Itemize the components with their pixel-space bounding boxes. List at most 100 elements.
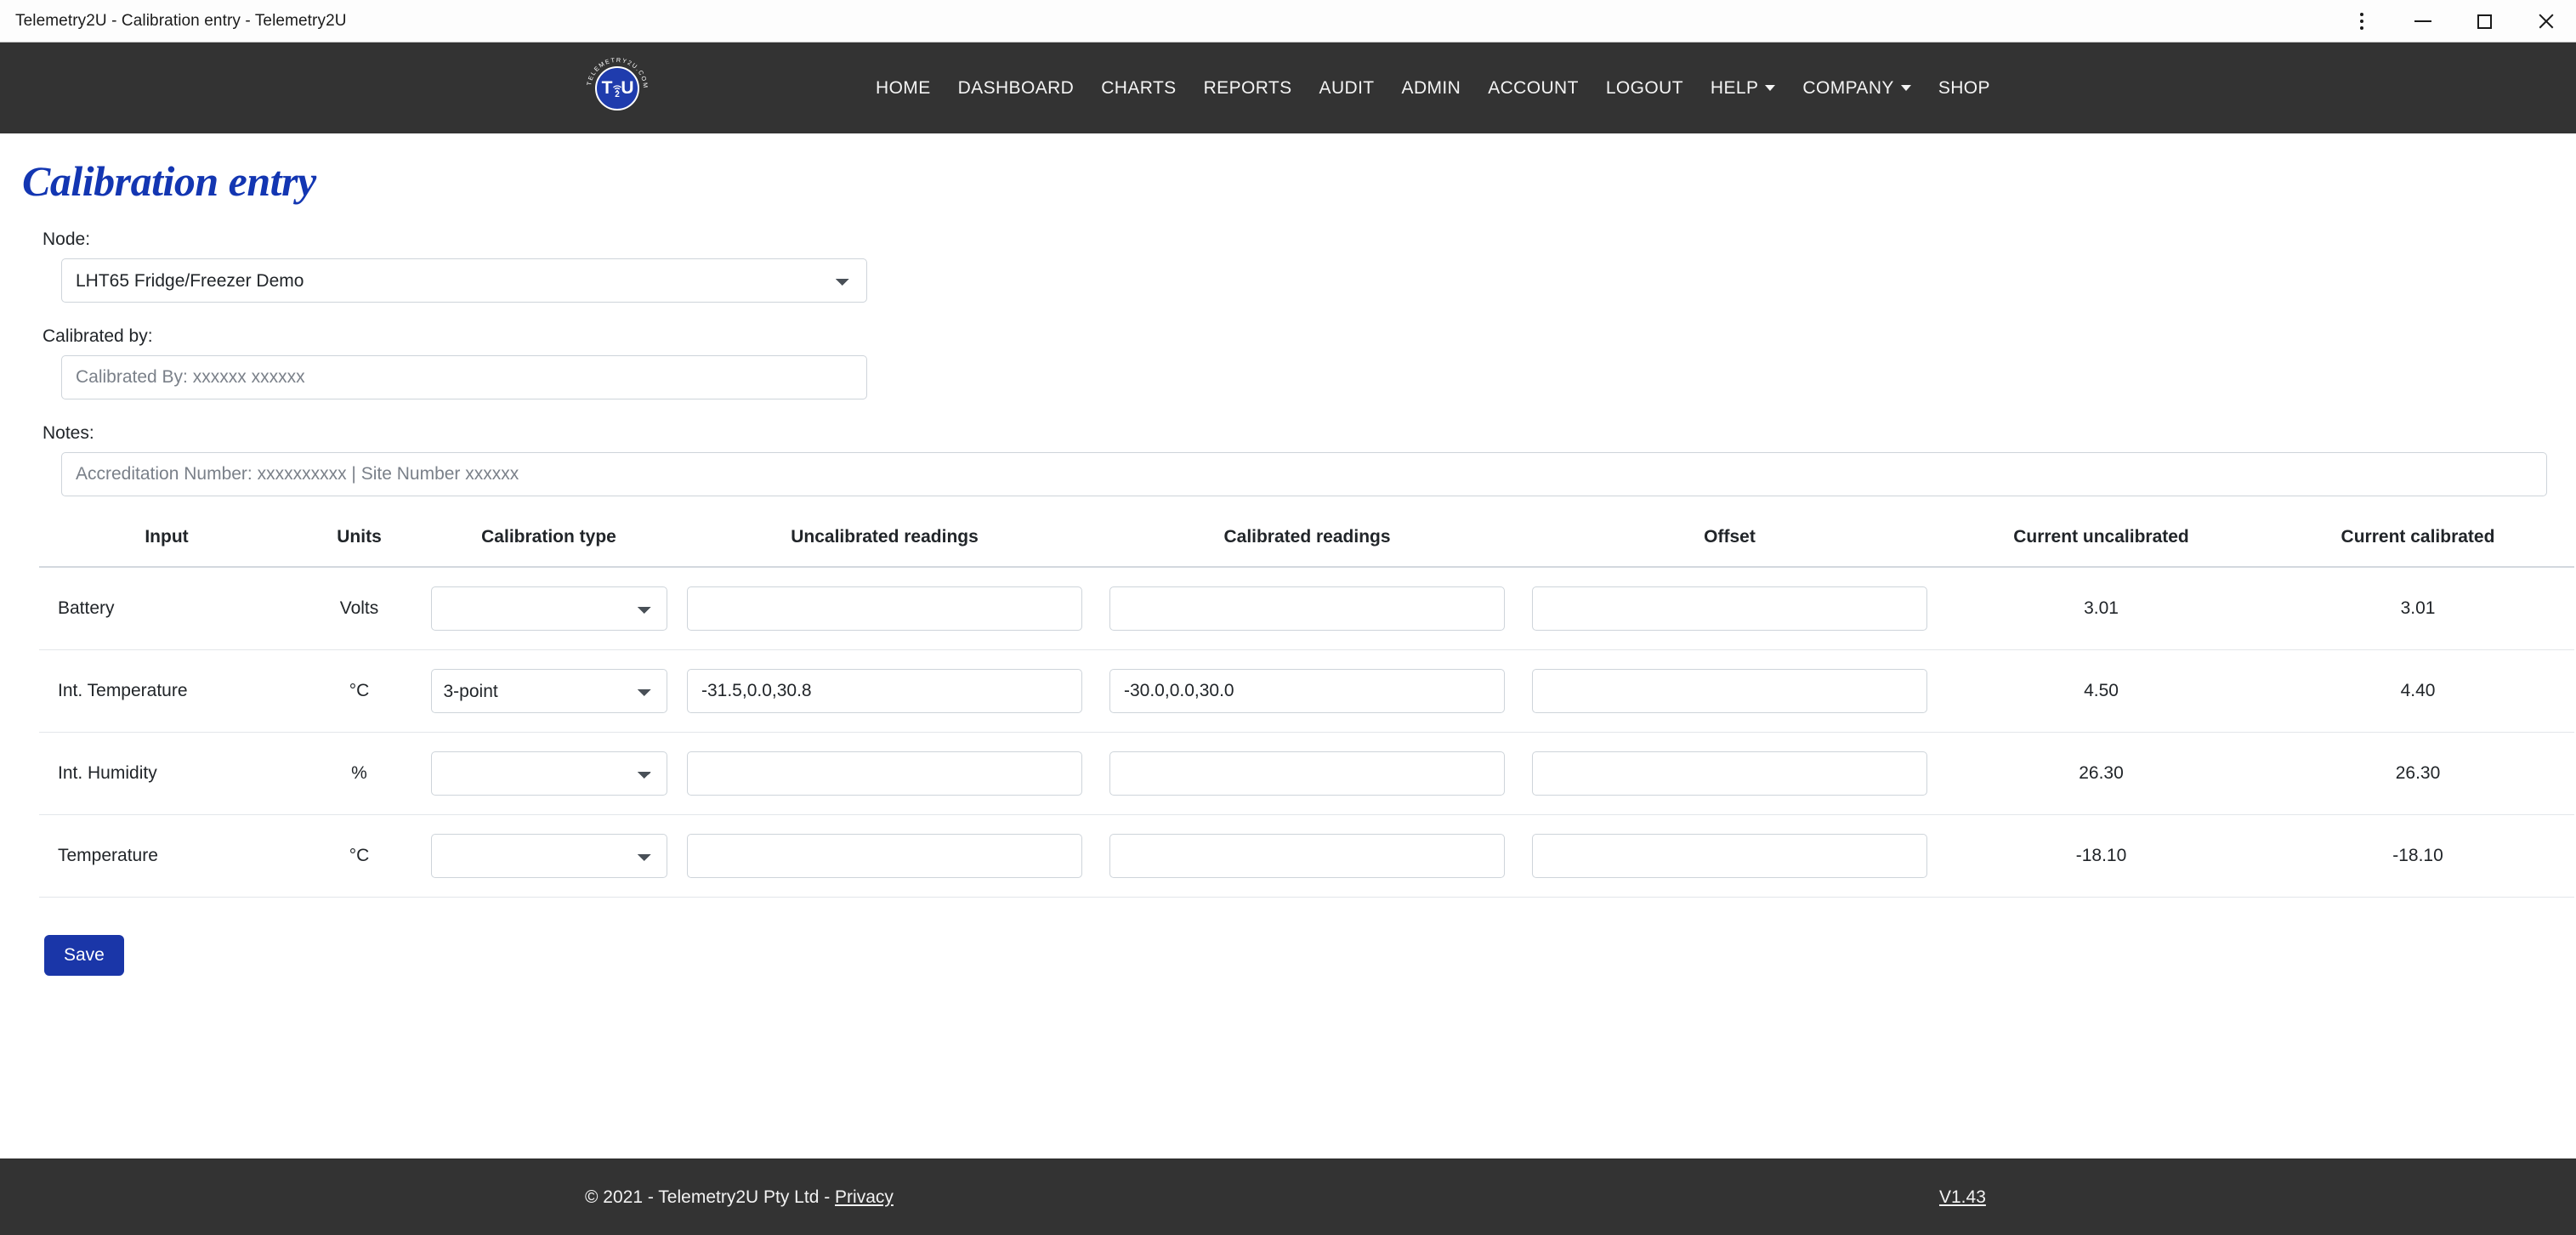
calibrated-by-input[interactable]	[61, 355, 867, 399]
cell-input-name: Battery	[39, 567, 294, 650]
chevron-down-icon	[1900, 85, 1911, 91]
cell-calibrated-readings	[1096, 649, 1518, 733]
cell-calibrated-readings	[1096, 732, 1518, 815]
cell-current-calibrated: -18.10	[2261, 814, 2574, 898]
calibrated-readings-input[interactable]	[1109, 751, 1505, 796]
calibration-table: Input Units Calibration type Uncalibrate…	[39, 527, 2574, 898]
cell-units: °C	[294, 649, 424, 733]
site-logo[interactable]: TELEMETRY2U.COM T U 2	[583, 54, 651, 122]
minimize-icon	[2414, 20, 2431, 22]
cell-uncalibrated-readings	[673, 814, 1096, 898]
nav-label: HELP	[1710, 77, 1759, 98]
nav-item-help[interactable]: HELP	[1697, 71, 1789, 105]
cell-input-name: Int. Humidity	[39, 732, 294, 815]
col-header-calibrated-readings: Calibrated readings	[1096, 527, 1518, 568]
col-header-input: Input	[39, 527, 294, 568]
calibration-type-select[interactable]	[430, 751, 667, 796]
cell-calibration-type	[424, 732, 673, 815]
nav-links: HOME DASHBOARD CHARTS REPORTS AUDIT ADMI…	[862, 71, 2004, 105]
offset-input[interactable]	[1532, 586, 1927, 631]
calibration-type-select[interactable]	[430, 586, 667, 631]
nav-item-shop[interactable]: SHOP	[1925, 71, 2004, 105]
kebab-menu-icon	[2360, 13, 2363, 30]
nav-label: SHOP	[1938, 77, 1990, 98]
cell-offset	[1518, 567, 1941, 650]
site-navbar: TELEMETRY2U.COM T U 2 HOME DASHBOARD CHA…	[0, 42, 2576, 133]
footer-copyright: © 2021 - Telemetry2U Pty Ltd - Privacy	[585, 1187, 894, 1208]
col-header-current-uncalibrated: Current uncalibrated	[1941, 527, 2261, 568]
node-label: Node:	[43, 229, 91, 249]
table-body: Battery Volts 3.01 3.01 Int. Temperature…	[39, 567, 2574, 898]
offset-input[interactable]	[1532, 669, 1927, 713]
table-row: Battery Volts 3.01 3.01	[39, 567, 2574, 650]
cell-offset	[1518, 814, 1941, 898]
cell-uncalibrated-readings	[673, 567, 1096, 650]
col-header-units: Units	[294, 527, 424, 568]
nav-label: AUDIT	[1319, 77, 1375, 98]
table-row: Temperature °C -18.10 -18.10	[39, 814, 2574, 898]
nav-label: LOGOUT	[1605, 77, 1683, 98]
nav-item-home[interactable]: HOME	[862, 71, 945, 105]
footer-copyright-text: © 2021 - Telemetry2U Pty Ltd -	[585, 1187, 836, 1207]
cell-current-uncalibrated: 4.50	[1941, 649, 2261, 733]
cell-uncalibrated-readings	[673, 732, 1096, 815]
nav-item-account[interactable]: ACCOUNT	[1474, 71, 1592, 105]
cell-calibrated-readings	[1096, 814, 1518, 898]
cell-input-name: Temperature	[39, 814, 294, 898]
calibrated-readings-input[interactable]	[1109, 834, 1505, 878]
cell-current-calibrated: 26.30	[2261, 732, 2574, 815]
save-button[interactable]: Save	[44, 935, 124, 976]
cell-uncalibrated-readings	[673, 649, 1096, 733]
col-header-current-calibrated: Current calibrated	[2261, 527, 2574, 568]
calibrated-readings-input[interactable]	[1109, 586, 1505, 631]
maximize-button[interactable]	[2454, 0, 2515, 42]
cell-current-uncalibrated: 3.01	[1941, 567, 2261, 650]
nav-item-dashboard[interactable]: DASHBOARD	[945, 71, 1088, 105]
cell-calibration-type	[424, 814, 673, 898]
nav-item-admin[interactable]: ADMIN	[1388, 71, 1475, 105]
uncalibrated-readings-input[interactable]	[687, 669, 1082, 713]
calibrated-readings-input[interactable]	[1109, 669, 1505, 713]
nav-label: ACCOUNT	[1488, 77, 1579, 98]
offset-input[interactable]	[1532, 834, 1927, 878]
col-header-offset: Offset	[1518, 527, 1941, 568]
uncalibrated-readings-input[interactable]	[687, 834, 1082, 878]
nav-label: DASHBOARD	[957, 77, 1075, 98]
nav-label: COMPANY	[1802, 77, 1894, 98]
cell-calibration-type: 3-point	[424, 649, 673, 733]
cell-calibration-type	[424, 567, 673, 650]
nav-label: ADMIN	[1401, 77, 1461, 98]
notes-input[interactable]	[61, 452, 2547, 496]
nav-item-audit[interactable]: AUDIT	[1306, 71, 1388, 105]
svg-text:T: T	[602, 78, 613, 98]
nav-item-logout[interactable]: LOGOUT	[1592, 71, 1697, 105]
table-header: Input Units Calibration type Uncalibrate…	[39, 527, 2574, 568]
calibrated-by-label: Calibrated by:	[43, 326, 153, 346]
close-button[interactable]	[2515, 0, 2576, 42]
chevron-down-icon	[1765, 85, 1776, 91]
uncalibrated-readings-input[interactable]	[687, 586, 1082, 631]
window-title: Telemetry2U - Calibration entry - Teleme…	[15, 11, 347, 30]
minimize-button[interactable]	[2392, 0, 2454, 42]
window-controls	[2331, 0, 2576, 42]
cell-units: %	[294, 732, 424, 815]
nav-item-reports[interactable]: REPORTS	[1190, 71, 1306, 105]
cell-current-calibrated: 3.01	[2261, 567, 2574, 650]
privacy-link[interactable]: Privacy	[835, 1187, 894, 1207]
nav-item-charts[interactable]: CHARTS	[1087, 71, 1189, 105]
page-content: Calibration entry Node: LHT65 Fridge/Fre…	[0, 156, 2576, 1224]
offset-input[interactable]	[1532, 751, 1927, 796]
nav-label: REPORTS	[1203, 77, 1292, 98]
browser-menu-button[interactable]	[2331, 0, 2392, 42]
nav-item-company[interactable]: COMPANY	[1789, 71, 1924, 105]
notes-label: Notes:	[43, 423, 94, 443]
calibration-type-select[interactable]: 3-point	[430, 669, 667, 713]
cell-calibrated-readings	[1096, 567, 1518, 650]
version-link[interactable]: V1.43	[1939, 1187, 1986, 1208]
table-header-row: Input Units Calibration type Uncalibrate…	[39, 527, 2574, 568]
calibration-type-select[interactable]	[430, 834, 667, 878]
node-select[interactable]: LHT65 Fridge/Freezer Demo	[61, 258, 867, 303]
nav-label: HOME	[876, 77, 931, 98]
table-row: Int. Humidity % 26.30 26.30	[39, 732, 2574, 815]
uncalibrated-readings-input[interactable]	[687, 751, 1082, 796]
